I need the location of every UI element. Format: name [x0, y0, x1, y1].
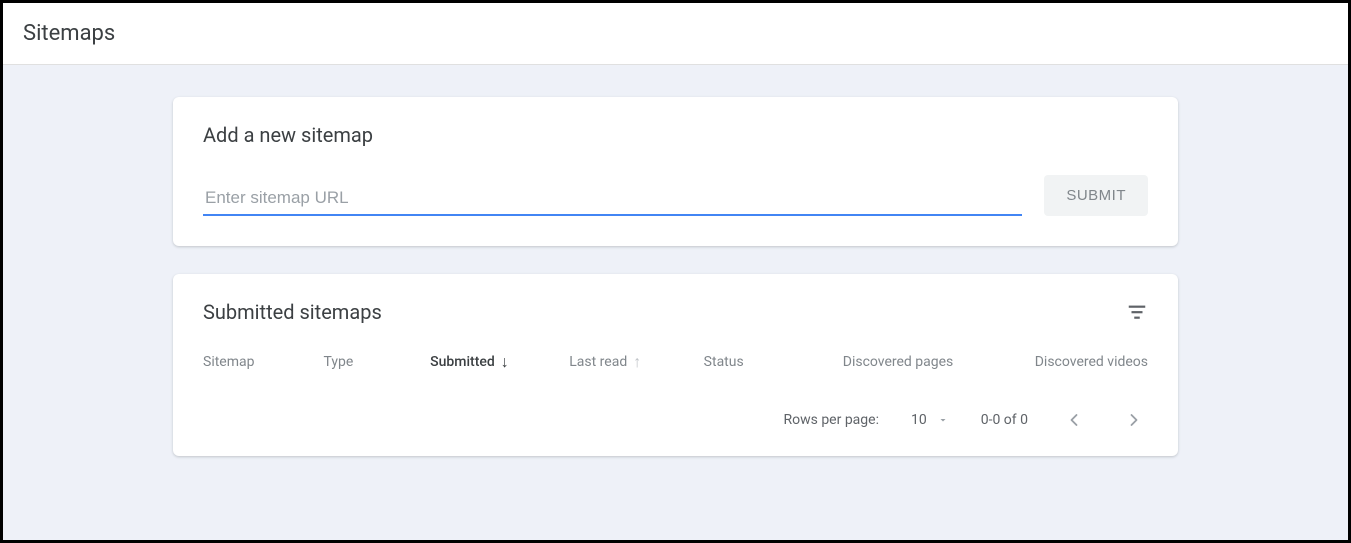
sitemap-url-input[interactable]: [203, 184, 1022, 216]
chevron-right-icon: [1124, 410, 1144, 430]
col-sitemap[interactable]: Sitemap: [203, 354, 324, 370]
add-sitemap-card: Add a new sitemap SUBMIT: [173, 97, 1178, 246]
rows-per-page-value: 10: [911, 412, 927, 428]
chevron-left-icon: [1064, 410, 1084, 430]
page-header: Sitemaps: [3, 3, 1348, 65]
filter-button[interactable]: [1126, 301, 1148, 323]
content-area: Add a new sitemap SUBMIT Submitted sitem…: [3, 65, 1348, 456]
col-type[interactable]: Type: [324, 354, 431, 370]
col-submitted[interactable]: Submitted ↓: [430, 354, 569, 370]
next-page-button[interactable]: [1120, 406, 1148, 434]
range-text: 0-0 of 0: [981, 412, 1028, 428]
rows-per-page-label: Rows per page:: [783, 412, 878, 428]
table-header-row: Sitemap Type Submitted ↓ Last read ↑ Sta…: [173, 334, 1178, 388]
arrow-down-icon: ↓: [501, 354, 509, 370]
submitted-sitemaps-card: Submitted sitemaps Sitemap Type Submitte…: [173, 274, 1178, 456]
filter-icon: [1126, 301, 1148, 323]
col-discovered-pages[interactable]: Discovered pages: [843, 354, 954, 370]
col-last-read[interactable]: Last read ↑: [569, 354, 703, 370]
page-title: Sitemaps: [23, 21, 1328, 46]
dropdown-icon: [937, 414, 949, 426]
add-sitemap-title: Add a new sitemap: [203, 123, 1148, 147]
col-status[interactable]: Status: [704, 354, 843, 370]
rows-per-page-select[interactable]: 10: [911, 412, 949, 428]
app-frame: Sitemaps Add a new sitemap SUBMIT Submit…: [0, 0, 1351, 543]
arrow-up-icon: ↑: [633, 354, 641, 370]
prev-page-button[interactable]: [1060, 406, 1088, 434]
pagination-bar: Rows per page: 10 0-0 of 0: [173, 388, 1178, 456]
submit-button[interactable]: SUBMIT: [1044, 175, 1148, 216]
col-discovered-videos[interactable]: Discovered videos: [953, 354, 1148, 370]
submitted-sitemaps-title: Submitted sitemaps: [203, 300, 382, 324]
